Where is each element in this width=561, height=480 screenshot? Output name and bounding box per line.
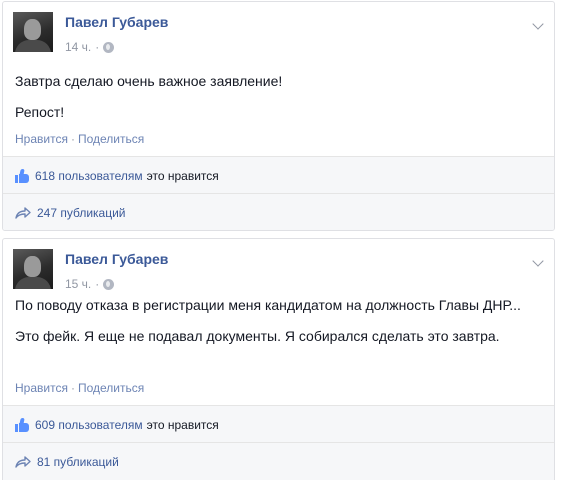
- post-text: По поводу отказа в регистрации меня канд…: [15, 296, 542, 358]
- post-card: Павел Губарев 14 ч. · Завтра сделаю очен…: [2, 1, 555, 231]
- avatar[interactable]: [13, 249, 53, 289]
- share-button[interactable]: Поделиться: [78, 132, 144, 146]
- post-paragraph: Завтра сделаю очень важное заявление!: [15, 73, 283, 89]
- avatar-face: [24, 19, 41, 40]
- globe-icon[interactable]: [103, 41, 115, 53]
- likes-row: 618 пользователям это нравится: [3, 156, 554, 194]
- avatar[interactable]: [13, 12, 53, 52]
- likes-count-link[interactable]: 609 пользователям: [35, 418, 143, 432]
- chevron-down-icon[interactable]: [532, 255, 544, 267]
- share-icon: [15, 455, 31, 468]
- avatar-face: [24, 256, 41, 277]
- post-card: Павел Губарев 15 ч. · По поводу отказа в…: [2, 238, 555, 480]
- post-time[interactable]: 15 ч.: [65, 277, 91, 291]
- post-paragraph: По поводу отказа в регистрации меня канд…: [15, 297, 521, 313]
- shares-row: 81 публикаций: [3, 442, 554, 480]
- share-icon: [15, 206, 31, 219]
- action-separator: ·: [70, 381, 75, 395]
- post-paragraph: Это фейк. Я еще не подавал документы. Я …: [15, 328, 500, 344]
- post-meta: 15 ч. ·: [65, 277, 115, 291]
- likes-suffix: это нравится: [146, 168, 219, 183]
- chevron-down-icon[interactable]: [532, 18, 544, 30]
- avatar-shoulders: [15, 277, 51, 289]
- action-separator: ·: [70, 132, 75, 146]
- globe-icon[interactable]: [103, 278, 115, 290]
- likes-row: 609 пользователям это нравится: [3, 405, 554, 443]
- post-header: Павел Губарев 15 ч. ·: [13, 249, 544, 299]
- shares-count-link[interactable]: 247 публикаций: [37, 206, 126, 220]
- post-meta: 14 ч. ·: [65, 40, 115, 54]
- author-name[interactable]: Павел Губарев: [65, 251, 168, 267]
- likes-count-link[interactable]: 618 пользователям: [35, 169, 143, 183]
- shares-row: 247 публикаций: [3, 193, 554, 230]
- likes-suffix: это нравится: [146, 417, 219, 432]
- avatar-shoulders: [15, 40, 51, 52]
- post-time[interactable]: 14 ч.: [65, 40, 91, 54]
- post-text: Завтра сделаю очень важное заявление! Ре…: [15, 72, 542, 134]
- like-button[interactable]: Нравится: [15, 132, 68, 146]
- post-actions: Нравится · Поделиться: [15, 132, 144, 146]
- like-icon: [15, 417, 29, 432]
- like-button[interactable]: Нравится: [15, 381, 68, 395]
- like-icon: [15, 168, 29, 183]
- post-header: Павел Губарев 14 ч. ·: [13, 12, 544, 62]
- post-actions: Нравится · Поделиться: [15, 381, 144, 395]
- shares-count-link[interactable]: 81 публикаций: [37, 455, 119, 469]
- share-button[interactable]: Поделиться: [78, 381, 144, 395]
- post-paragraph: Репост!: [15, 104, 65, 120]
- author-name[interactable]: Павел Губарев: [65, 14, 168, 30]
